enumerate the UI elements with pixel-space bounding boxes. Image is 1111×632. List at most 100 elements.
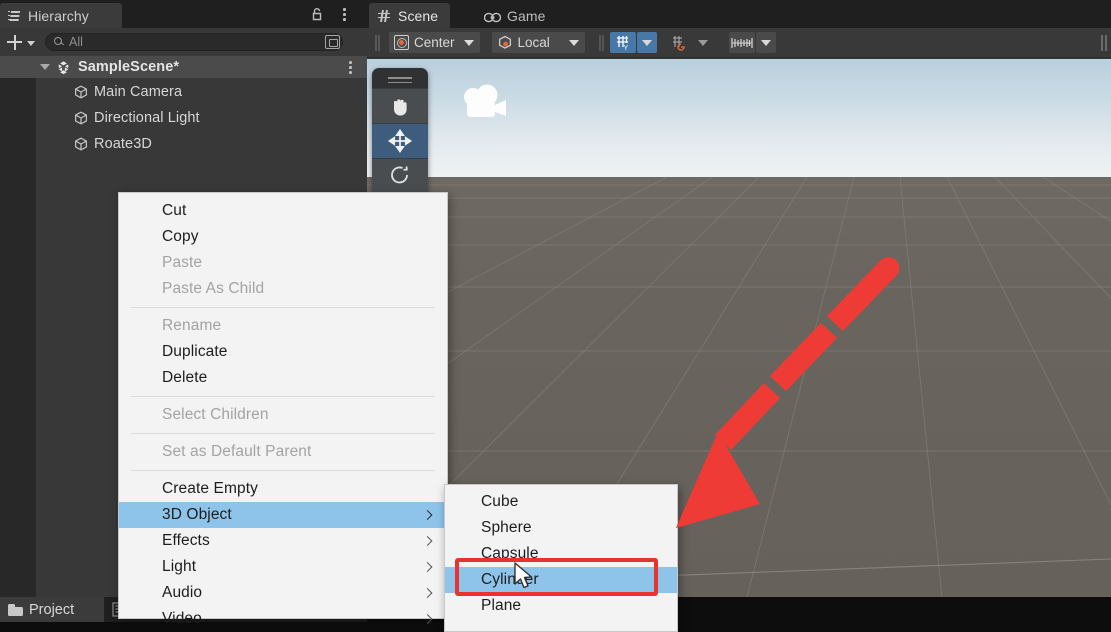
hierarchy-item-label: Roate3D [94, 135, 152, 152]
menu-item-label: Select Children [162, 406, 269, 423]
submenu-item-label: Sphere [481, 519, 532, 536]
add-gameobject-button[interactable] [3, 31, 25, 53]
hand-tool-button[interactable] [372, 88, 428, 123]
grid-visibility-toggle[interactable]: Y [609, 32, 636, 53]
hierarchy-context-menu: Cut Copy Paste Paste As Child Rename Dup… [118, 192, 448, 627]
3d-object-submenu: Cube Sphere Capsule Cylinder Plane [444, 484, 678, 632]
snap-settings-button[interactable] [666, 32, 692, 53]
svg-text:Y: Y [623, 45, 628, 51]
pivot-mode-label: Center [414, 35, 455, 50]
context-menu-item-duplicate[interactable]: Duplicate [119, 339, 447, 365]
context-menu-item-rename: Rename [119, 313, 447, 339]
pivot-center-icon [394, 35, 409, 50]
tab-hierarchy-label: Hierarchy [28, 7, 89, 24]
pivot-mode-dropdown[interactable]: Center [389, 32, 480, 53]
rotate-tool-button[interactable] [372, 158, 428, 193]
tab-project[interactable]: Project [0, 597, 104, 622]
handle-space-dropdown[interactable]: Local [491, 32, 585, 53]
menu-item-label: Set as Default Parent [162, 443, 312, 460]
context-menu-item-effects[interactable]: Effects [119, 528, 447, 554]
submenu-item-cube[interactable]: Cube [445, 489, 677, 515]
snap-dropdown-chevron-down-icon[interactable] [693, 32, 713, 53]
scene-disclosure-triangle-icon[interactable] [40, 64, 50, 70]
tab-game-label: Game [507, 7, 546, 24]
menu-item-label: Paste [162, 254, 203, 271]
scene-kebab-menu-icon[interactable] [343, 59, 357, 75]
unity-editor-window: Hierarchy All SampleScene* Main Camera D… [0, 0, 1111, 632]
hierarchy-toolbar: All [0, 28, 367, 56]
hierarchy-scene-row[interactable]: SampleScene* [0, 56, 367, 78]
submenu-item-sphere[interactable]: Sphere [445, 515, 677, 541]
menu-item-label: Rename [162, 317, 222, 334]
gameobject-cube-icon [73, 110, 89, 126]
context-menu-item-create-empty[interactable]: Create Empty [119, 476, 447, 502]
camera-gizmo-icon[interactable] [457, 83, 511, 123]
hierarchy-item-directional-light[interactable]: Directional Light [0, 106, 367, 129]
local-cube-icon [497, 35, 513, 50]
tab-scene-label: Scene [398, 7, 439, 24]
context-menu-item-set-as-default-parent: Set as Default Parent [119, 439, 447, 465]
context-menu-item-delete[interactable]: Delete [119, 365, 447, 391]
menu-separator [131, 307, 435, 308]
context-menu-item-light[interactable]: Light [119, 554, 447, 580]
hierarchy-item-main-camera[interactable]: Main Camera [0, 80, 367, 103]
tab-project-label: Project [29, 601, 75, 618]
context-menu-item-copy[interactable]: Copy [119, 224, 447, 250]
handle-space-chevron-down-icon [568, 39, 579, 46]
scene-toolbar: Center Local Y [367, 28, 1111, 58]
gamepad-icon [483, 10, 502, 23]
context-menu-item-video[interactable]: Video [119, 606, 447, 632]
menu-item-label: Effects [162, 532, 210, 549]
context-menu-item-paste-as-child: Paste As Child [119, 276, 447, 302]
menu-separator [131, 433, 435, 434]
submenu-chevron-right-icon [422, 614, 433, 624]
move-tool-button[interactable] [372, 123, 428, 158]
menu-item-label: Delete [162, 369, 208, 386]
toolbar-separator [598, 34, 601, 51]
menu-separator [131, 396, 435, 397]
add-dropdown-chevron-down-icon[interactable] [27, 40, 35, 46]
context-menu-item-audio[interactable]: Audio [119, 580, 447, 606]
submenu-chevron-right-icon [422, 562, 433, 572]
menu-item-label: Audio [162, 584, 203, 601]
folder-icon [8, 603, 23, 616]
submenu-item-cylinder[interactable]: Cylinder [445, 567, 677, 593]
pivot-chevron-down-icon [463, 39, 474, 46]
context-menu-item-cut[interactable]: Cut [119, 198, 447, 224]
submenu-item-label: Capsule [481, 545, 539, 562]
gameobject-cube-icon [73, 84, 89, 100]
menu-item-label: Copy [162, 228, 199, 245]
search-filter-icon[interactable] [325, 35, 340, 49]
hierarchy-item-roate3d[interactable]: Roate3D [0, 132, 367, 155]
hierarchy-item-label: Main Camera [94, 83, 183, 100]
submenu-chevron-right-icon [422, 536, 433, 546]
scene-name-label: SampleScene* [78, 59, 180, 75]
unity-scene-icon [56, 60, 71, 75]
ruler-scale-button[interactable] [728, 32, 755, 53]
search-icon [54, 37, 64, 47]
tab-game[interactable]: Game [475, 3, 558, 28]
hierarchy-kebab-menu-icon[interactable] [337, 6, 351, 22]
tab-scene[interactable]: Scene [369, 3, 451, 28]
submenu-chevron-right-icon [422, 510, 433, 520]
toolbar-right-grip-handle[interactable] [1101, 35, 1103, 51]
toolbar-grip-handle[interactable] [375, 34, 377, 51]
context-menu-item-3d-object[interactable]: 3D Object [119, 502, 447, 528]
context-menu-item-select-children: Select Children [119, 402, 447, 428]
menu-item-label: Light [162, 558, 197, 575]
grid-hash-icon [378, 9, 392, 23]
mouse-pointer-icon [514, 562, 533, 589]
submenu-item-capsule[interactable]: Capsule [445, 541, 677, 567]
tab-hierarchy[interactable]: Hierarchy [0, 3, 122, 28]
grid-dropdown-chevron-down-icon[interactable] [636, 32, 657, 53]
submenu-item-label: Plane [481, 597, 522, 614]
ruler-dropdown-chevron-down-icon[interactable] [755, 32, 776, 53]
lock-open-icon[interactable] [309, 6, 325, 22]
submenu-item-label: Cube [481, 493, 519, 510]
gameobject-cube-icon [73, 136, 89, 152]
tool-palette-drag-handle[interactable] [372, 72, 428, 88]
menu-item-label: 3D Object [162, 506, 232, 523]
hierarchy-list-icon [8, 9, 22, 23]
hierarchy-search-input[interactable]: All [45, 33, 343, 51]
submenu-item-plane[interactable]: Plane [445, 593, 677, 619]
